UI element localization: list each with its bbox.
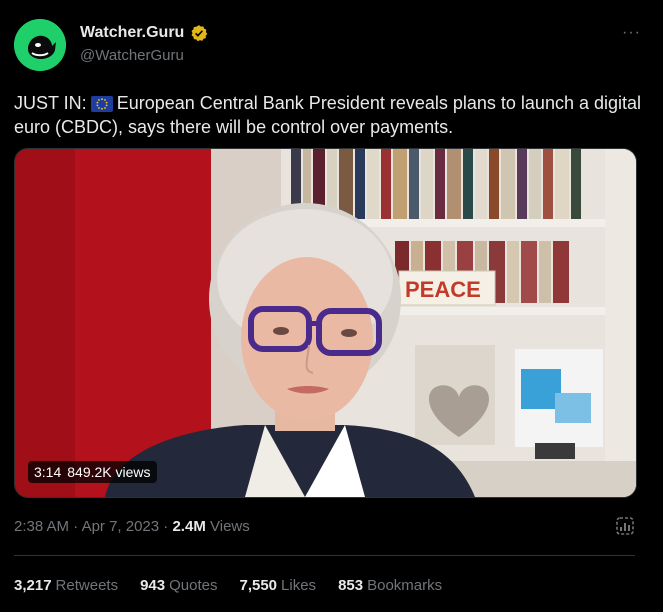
avatar[interactable]	[14, 19, 66, 71]
tweet-prefix: JUST IN:	[14, 93, 87, 113]
stat-quotes[interactable]: 943 Quotes	[140, 577, 217, 594]
tweet-stats: 3,217 Retweets 943 Quotes 7,550 Likes 853 Bo…	[14, 577, 442, 594]
verified-badge-icon	[191, 25, 208, 42]
views-label: Views	[210, 518, 250, 535]
more-options-icon[interactable]: ···	[622, 24, 641, 42]
views-count: 2.4M	[172, 518, 206, 535]
tweet-meta: 2:38 AM · Apr 7, 2023 · 2.4M Views	[14, 518, 250, 535]
tweet-time[interactable]: 2:38 AM	[14, 518, 69, 535]
eu-flag-icon	[90, 96, 113, 112]
divider	[14, 555, 635, 556]
tweet-text: JUST IN: European Central Bank President …	[14, 91, 644, 139]
stat-bookmarks[interactable]: 853 Bookmarks	[338, 577, 442, 594]
analytics-icon[interactable]	[615, 516, 635, 536]
video-player[interactable]: PEACE	[14, 148, 637, 498]
orca-logo-icon	[14, 19, 66, 71]
meta-separator: ·	[73, 518, 79, 535]
author-name-row[interactable]: Watcher.Guru	[80, 24, 208, 42]
video-overlay: 3:14 849.2K views	[28, 461, 157, 483]
peace-sign-text: PEACE	[405, 277, 481, 302]
video-views: 849.2K views	[67, 464, 151, 480]
author-name[interactable]: Watcher.Guru	[80, 24, 184, 42]
stat-likes[interactable]: 7,550 Likes	[239, 577, 316, 594]
video-duration: 3:14	[34, 464, 62, 480]
meta-separator: ·	[163, 518, 169, 535]
tweet-date[interactable]: Apr 7, 2023	[82, 518, 160, 535]
stat-retweets[interactable]: 3,217 Retweets	[14, 577, 118, 594]
video-frame: PEACE	[15, 149, 636, 497]
author-handle[interactable]: @WatcherGuru	[80, 47, 184, 64]
